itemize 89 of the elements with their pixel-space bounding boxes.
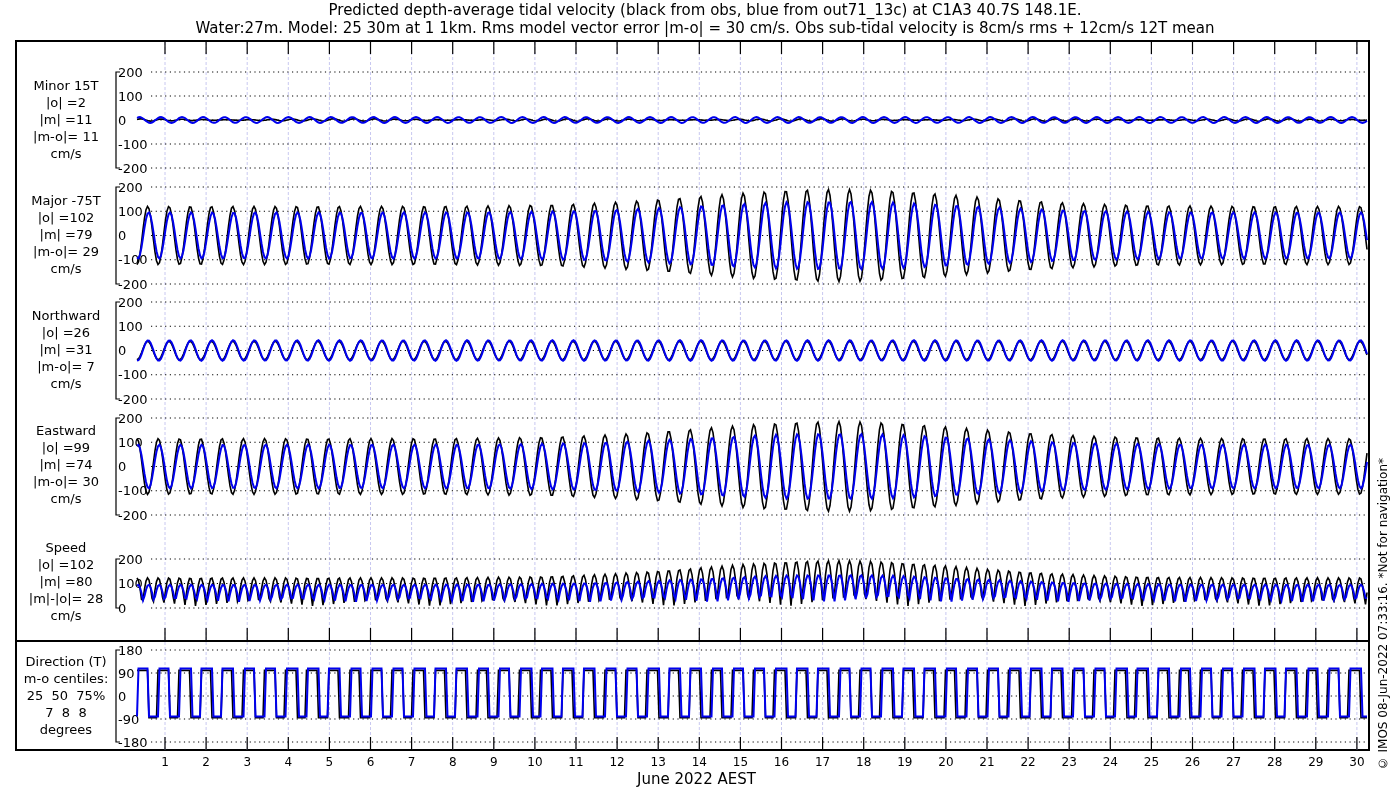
panel-label: |m-o|= 30: [33, 473, 99, 490]
y-tick-label: -100: [118, 136, 148, 152]
panel-label: |m-o|= 29: [33, 243, 99, 260]
x-tick-label: 28: [1267, 755, 1283, 769]
panel-label: |o| =99: [41, 439, 91, 456]
x-tick-label: 1: [161, 755, 169, 769]
y-tick-label: 100: [118, 203, 143, 219]
panel-label: |m| =74: [39, 456, 93, 473]
x-tick-label: 16: [773, 755, 790, 769]
panel-label: degrees: [39, 721, 93, 738]
chart-title: Water:27m. Model: 25 30m at 1 1km. Rms model vector error |m-o| = 30 cm/s. Obs sub-tidal velocity is 8cm/s rms + 12cm/s 12T mean: [195, 19, 1215, 37]
y-tick-label: 200: [118, 179, 143, 195]
y-tick-label: 100: [118, 88, 143, 104]
panel-label: |o| =102: [37, 209, 95, 226]
panel-label: |m|-|o|= 28: [28, 589, 104, 607]
panel-label: cm/s: [50, 145, 82, 162]
x-tick-label: 30: [1349, 755, 1365, 769]
panel-label: cm/s: [50, 490, 82, 507]
chart-title: Predicted depth-average tidal velocity (black from obs, blue from out71_13c) at C1A3 40.7S 148.1E.: [328, 1, 1082, 19]
x-tick-label: 24: [1102, 755, 1118, 769]
x-tick-label: 9: [490, 755, 498, 769]
x-tick-label: 19: [897, 755, 913, 769]
y-tick-label: 200: [118, 551, 143, 567]
x-tick-label: 14: [691, 755, 707, 769]
x-tick-label: 8: [448, 755, 457, 769]
panel-label: m-o centiles:: [23, 670, 109, 687]
x-tick-label: 12: [609, 755, 625, 769]
y-tick-label: -200: [118, 276, 148, 292]
panel-label: Northward: [31, 307, 101, 324]
panel-label: |o| =26: [41, 324, 91, 341]
y-tick-label: 200: [118, 64, 143, 80]
panel-label: Minor 15T: [33, 77, 99, 94]
x-tick-label: 3: [243, 755, 251, 769]
y-tick-label: 0: [118, 112, 127, 128]
x-tick-label: 17: [814, 755, 831, 769]
panel-label: cm/s: [50, 260, 82, 277]
x-tick-label: 11: [568, 755, 584, 769]
x-tick-label: 6: [366, 755, 375, 769]
panel-label: |m-o|= 11: [33, 128, 99, 145]
x-tick-label: 20: [938, 755, 954, 769]
panel-label: |o| =2: [46, 94, 86, 111]
panel-label: |m-o|= 7: [37, 358, 95, 375]
y-tick-label: -200: [118, 160, 148, 176]
y-tick-label: -200: [118, 391, 148, 407]
panel-label: |o| =102: [37, 555, 95, 573]
x-tick-label: 7: [407, 755, 416, 769]
panel-label: cm/s: [50, 375, 82, 392]
x-tick-label: 10: [527, 755, 543, 769]
panel-label: 7 8 8: [45, 704, 87, 721]
y-tick-label: -90: [118, 711, 140, 727]
x-tick-label: 13: [650, 755, 666, 769]
panel-label: cm/s: [50, 606, 82, 624]
y-tick-label: 0: [118, 343, 127, 358]
x-tick-label: 27: [1225, 755, 1242, 769]
y-tick-label: 100: [118, 318, 143, 334]
y-tick-label: 180: [118, 642, 143, 658]
x-tick-label: 5: [325, 755, 334, 769]
panel-label: 25 50 75%: [26, 687, 106, 704]
x-tick-label: 22: [1020, 755, 1036, 769]
x-tick-label: 2: [202, 755, 210, 769]
x-tick-label: 4: [284, 755, 293, 769]
panel-label: Major -75T: [31, 192, 101, 209]
y-tick-label: 0: [118, 688, 127, 704]
x-tick-label: 21: [979, 755, 995, 769]
x-tick-label: 15: [732, 755, 749, 769]
panel-label: |m| =79: [39, 226, 93, 243]
panel-label: |m| =31: [39, 341, 93, 358]
y-tick-label: -100: [118, 367, 148, 383]
panel-label: Eastward: [35, 422, 96, 439]
y-tick-label: -200: [118, 507, 148, 523]
copyright-notice: © IMOS 08-Jun-2022 07:33:16. *Not for navigation*: [1376, 457, 1390, 770]
y-tick-label: -180: [118, 734, 148, 750]
panel-label: Speed: [45, 538, 87, 556]
y-axis-bracket: [115, 558, 121, 609]
panel-label: Direction (T): [25, 653, 107, 670]
y-tick-label: 200: [118, 294, 143, 310]
x-axis-label: June 2022 AEST: [637, 771, 756, 788]
y-tick-label: 0: [118, 228, 127, 243]
x-tick-label: 18: [856, 755, 872, 769]
y-tick-label: 0: [118, 459, 127, 474]
y-tick-label: 90: [118, 665, 135, 681]
panel-label: |m| =80: [39, 572, 93, 590]
panel-label: |m| =11: [39, 111, 93, 128]
x-tick-label: 29: [1308, 755, 1324, 769]
y-tick-label: 200: [118, 410, 143, 426]
x-tick-label: 25: [1143, 755, 1160, 769]
x-tick-label: 23: [1061, 755, 1077, 769]
x-tick-label: 26: [1184, 755, 1201, 769]
y-tick-label: 0: [118, 600, 127, 616]
